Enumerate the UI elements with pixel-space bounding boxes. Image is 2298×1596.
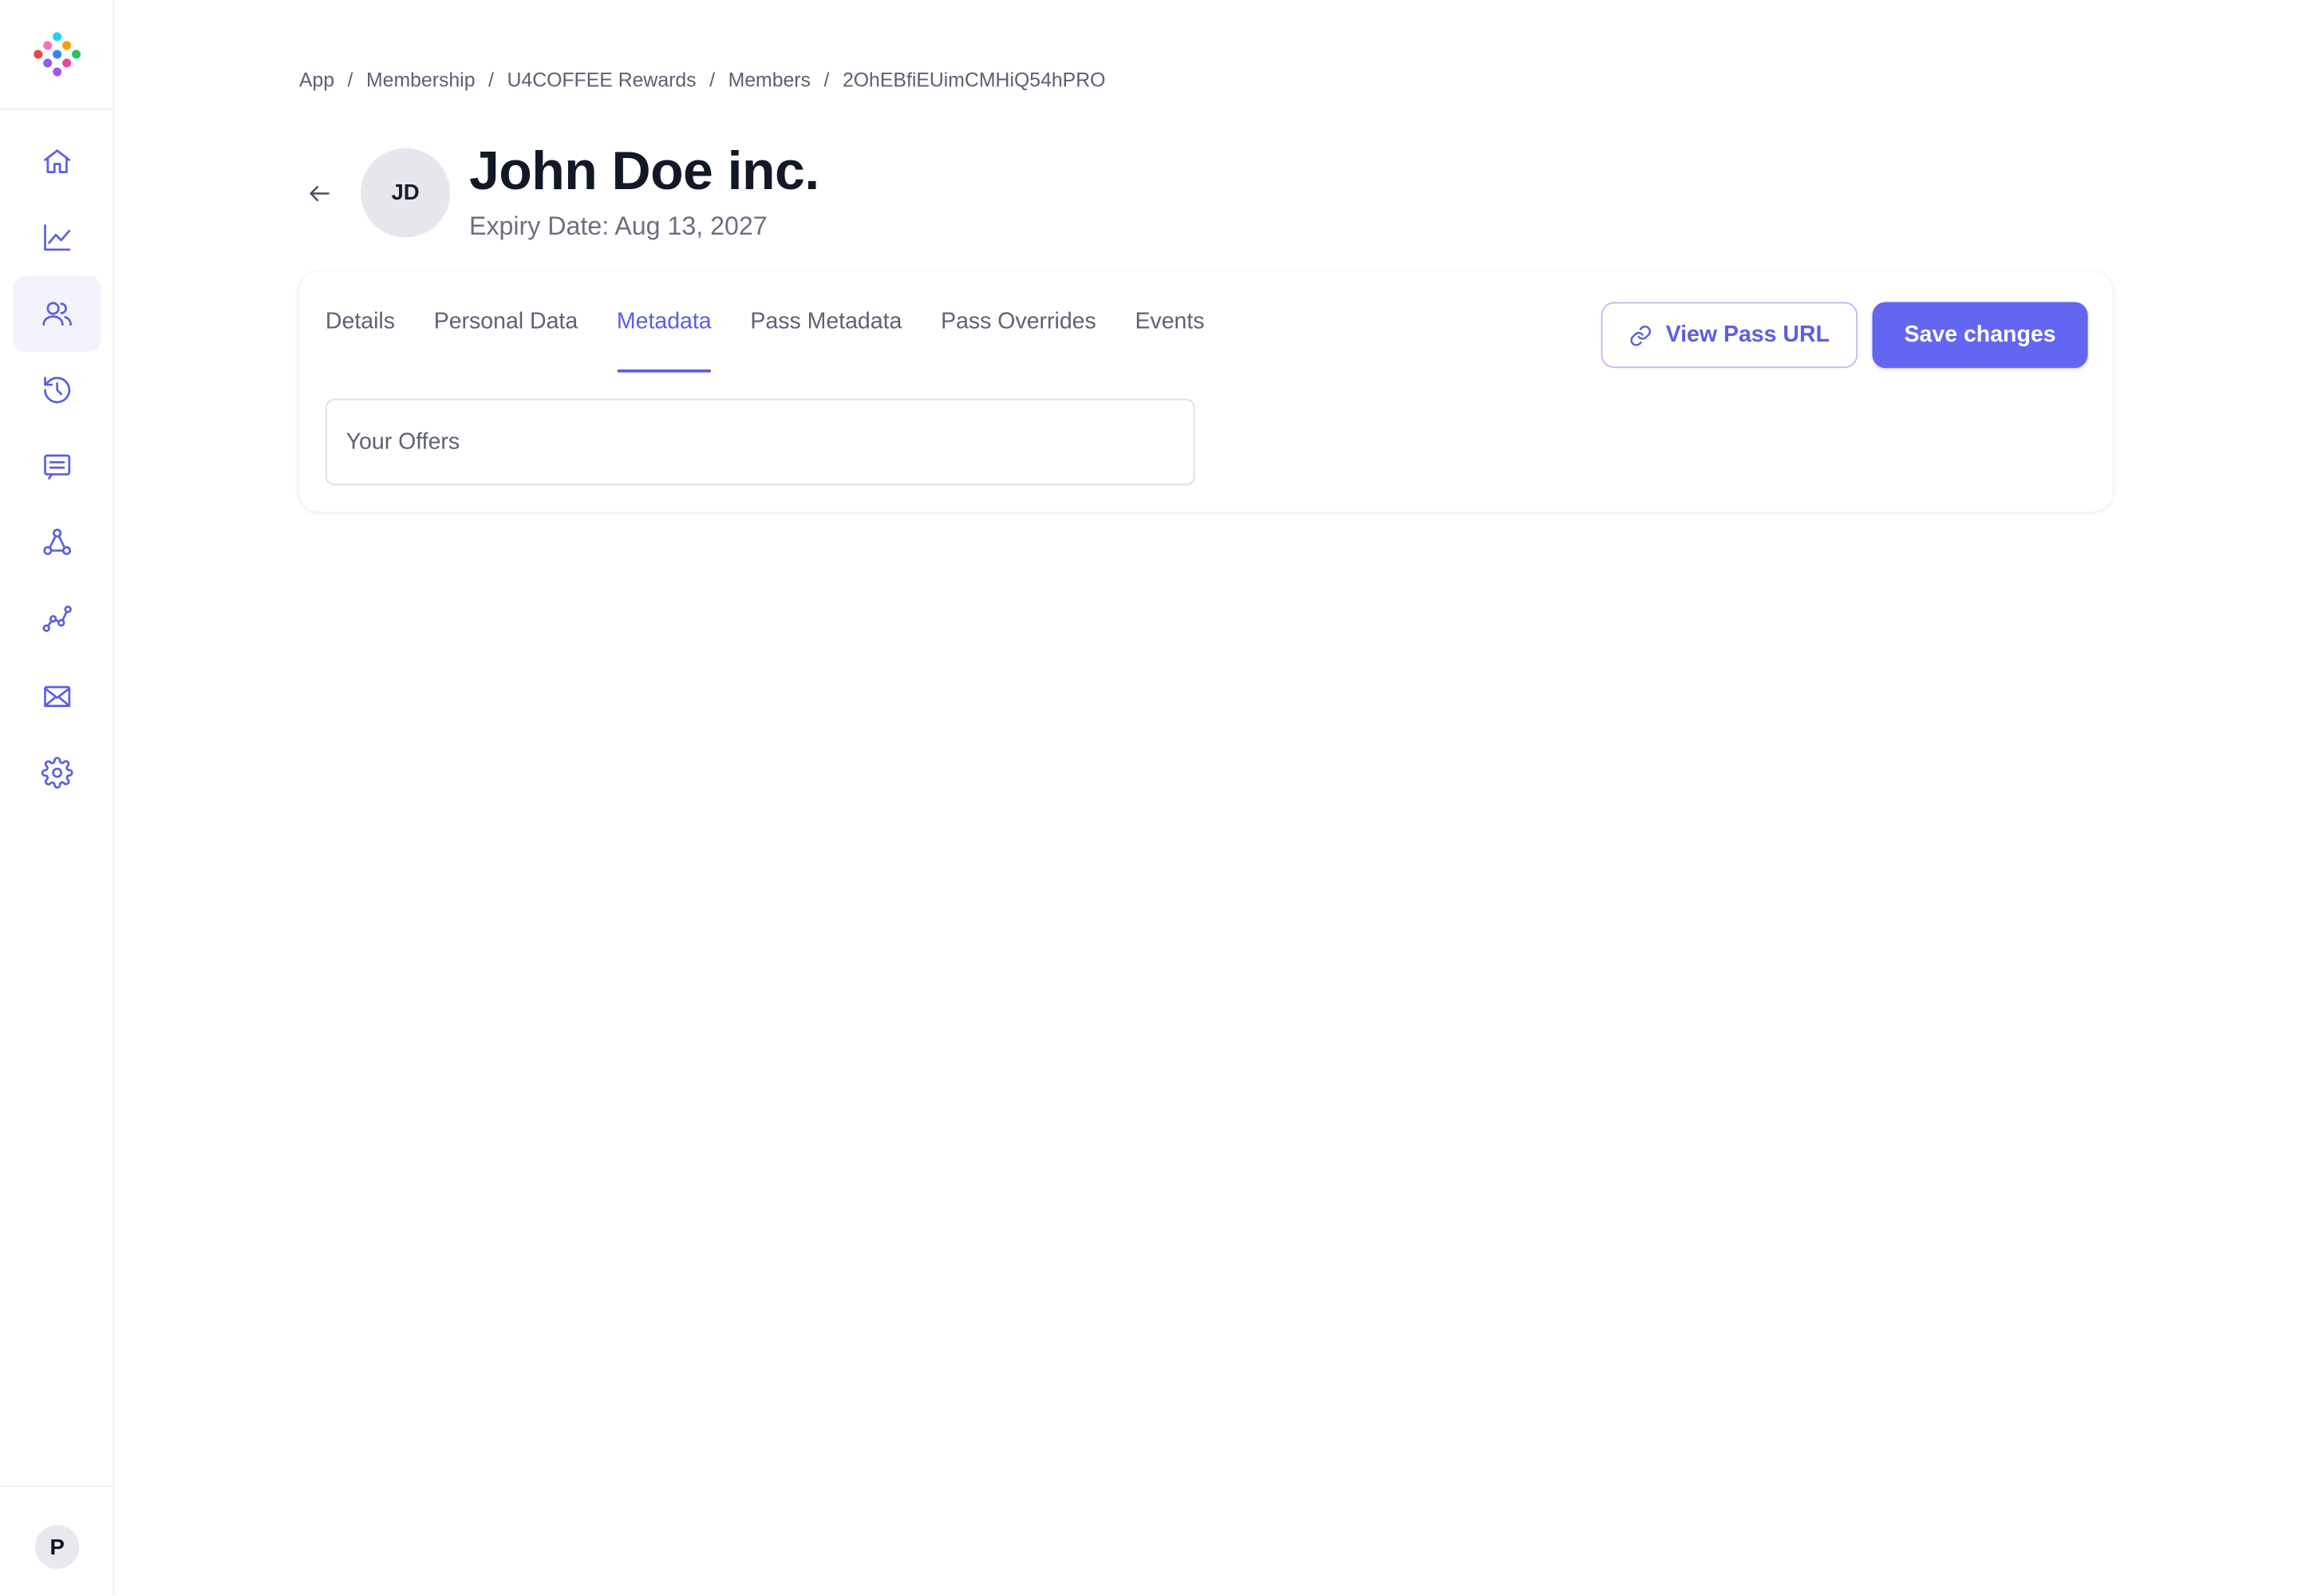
line-chart-icon xyxy=(44,224,71,251)
link-icon xyxy=(1630,325,1652,346)
save-changes-button[interactable]: Save changes xyxy=(1872,302,2088,369)
sidebar-item-home[interactable] xyxy=(14,123,101,200)
breadcrumb: App / Membership / U4COFFEE Rewards / Me… xyxy=(299,69,1106,91)
member-avatar: JD xyxy=(361,148,451,238)
breadcrumb-app[interactable]: App xyxy=(299,69,334,91)
user-avatar[interactable]: P xyxy=(35,1525,80,1570)
arrow-left-icon xyxy=(310,186,330,202)
view-pass-url-button[interactable]: View Pass URL xyxy=(1601,302,1858,369)
webhook-icon xyxy=(43,528,72,555)
breadcrumb-members[interactable]: Members xyxy=(728,69,811,91)
breadcrumb-separator: / xyxy=(347,69,353,91)
breadcrumb-program[interactable]: U4COFFEE Rewards xyxy=(507,69,696,91)
sidebar-item-messages[interactable] xyxy=(14,429,101,505)
logo[interactable] xyxy=(0,0,113,110)
tab-details[interactable]: Details xyxy=(326,271,395,374)
sidebar-item-mail[interactable] xyxy=(14,658,101,735)
sidebar-footer: P xyxy=(0,1485,113,1595)
colorful-dots-logo-icon xyxy=(34,32,81,77)
expiry-date: Expiry Date: Aug 13, 2027 xyxy=(469,211,768,241)
sidebar-item-analytics[interactable] xyxy=(14,200,101,276)
sidebar-item-webhooks[interactable] xyxy=(14,504,101,581)
gear-icon xyxy=(41,757,73,789)
tab-personal-data[interactable]: Personal Data xyxy=(434,271,578,374)
breadcrumb-separator: / xyxy=(488,69,494,91)
sidebar-item-insights[interactable] xyxy=(14,581,101,658)
member-card: Details Personal Data Metadata Pass Meta… xyxy=(298,271,2113,512)
breadcrumb-separator: / xyxy=(823,69,830,91)
tab-events[interactable]: Events xyxy=(1135,271,1204,374)
sidebar-item-members[interactable] xyxy=(13,275,101,352)
tab-pass-overrides[interactable]: Pass Overrides xyxy=(941,271,1096,374)
mail-icon xyxy=(44,685,71,707)
breadcrumb-separator: / xyxy=(709,69,716,91)
back-button[interactable] xyxy=(302,176,338,211)
sidebar: P xyxy=(0,0,115,1596)
tab-metadata[interactable]: Metadata xyxy=(616,271,712,374)
message-icon xyxy=(44,454,71,480)
your-offers-label: Your Offers xyxy=(345,429,460,454)
breadcrumb-membership[interactable]: Membership xyxy=(366,69,475,91)
app-window: P App / Membership / U4COFFEE Rewards / … xyxy=(0,0,2298,1596)
tab-pass-metadata[interactable]: Pass Metadata xyxy=(750,271,902,374)
users-icon xyxy=(42,302,72,326)
history-icon xyxy=(44,377,71,404)
tab-bar: Details Personal Data Metadata Pass Meta… xyxy=(326,271,1243,374)
analytics-icon xyxy=(42,605,72,632)
breadcrumb-member-id: 2OhEBfiEUimCMHiQ54hPRO xyxy=(842,69,1106,91)
sidebar-item-settings[interactable] xyxy=(14,735,101,812)
sidebar-item-history[interactable] xyxy=(14,352,101,429)
view-pass-url-label: View Pass URL xyxy=(1665,322,1830,347)
page-title: John Doe inc. xyxy=(469,140,819,201)
home-icon xyxy=(44,149,71,173)
your-offers-field[interactable]: Your Offers xyxy=(325,398,1195,486)
